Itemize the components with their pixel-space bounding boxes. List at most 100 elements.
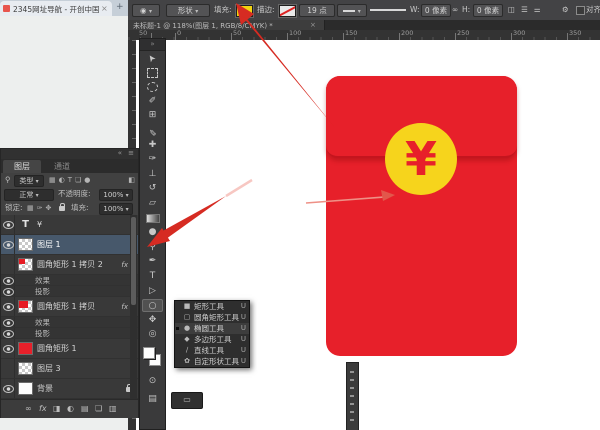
layer-effect-row[interactable]: 效果 xyxy=(1,275,138,286)
eye-icon[interactable] xyxy=(3,385,14,393)
visibility-cell[interactable] xyxy=(1,275,15,285)
type-tool[interactable]: T xyxy=(142,270,163,283)
lock-all-icon[interactable] xyxy=(59,206,65,211)
browser-tab-close-icon[interactable]: × xyxy=(101,4,108,13)
filter-adjustment-icon[interactable]: ◐ xyxy=(59,176,68,184)
stroke-width-select[interactable]: 19 点 xyxy=(299,4,335,17)
layer-row[interactable]: T¥ xyxy=(1,215,138,235)
eyedropper-tool[interactable]: ✎ xyxy=(142,124,163,137)
tab-channels[interactable]: 通道 xyxy=(43,160,81,173)
layer-row[interactable]: 图层 1 xyxy=(1,235,138,255)
fill-input[interactable]: 100% ▾ xyxy=(99,203,133,215)
tool-preset-picker[interactable]: ◉ ▾ xyxy=(132,4,160,17)
marquee-tool[interactable] xyxy=(142,66,163,79)
hand-tool[interactable]: ✥ xyxy=(142,314,163,327)
filter-smart-icon[interactable]: ● xyxy=(84,176,93,184)
eye-icon[interactable] xyxy=(3,288,14,296)
quick-mask-button[interactable]: ⊙ xyxy=(142,375,163,388)
history-brush-tool[interactable]: ↺ xyxy=(142,182,163,195)
gear-icon[interactable]: ⚙ xyxy=(562,0,569,20)
link-dimensions-icon[interactable]: ∞ xyxy=(452,0,458,20)
path-selection-tool[interactable]: ▷ xyxy=(142,285,163,298)
tool-mode-select[interactable]: 形状 ▾ xyxy=(166,4,210,17)
eye-icon[interactable] xyxy=(3,345,14,353)
opacity-input[interactable]: 100% ▾ xyxy=(99,189,133,201)
lock-position-icon[interactable]: ✥ xyxy=(46,204,55,212)
filter-pixel-icon[interactable]: ▦ xyxy=(49,176,59,184)
lock-transparent-icon[interactable]: ▦ xyxy=(27,204,37,212)
zoom-tool[interactable]: ◎ xyxy=(142,328,163,341)
move-tool[interactable]: ➤ xyxy=(142,51,163,64)
flyout-item-圆角矩形工具[interactable]: ▢圆角矩形工具U xyxy=(175,312,249,323)
visibility-cell[interactable] xyxy=(1,379,15,398)
document-close-icon[interactable]: × xyxy=(310,21,316,29)
layer-effect-row[interactable]: 效果 xyxy=(1,317,138,328)
clone-stamp-tool[interactable]: ⊥ xyxy=(142,168,163,181)
stroke-style-select[interactable]: ▾ xyxy=(337,4,367,17)
flyout-item-直线工具[interactable]: ∕直线工具U xyxy=(175,345,249,356)
visibility-cell[interactable] xyxy=(1,317,15,327)
filter-kind-select[interactable]: 类型 ▾ xyxy=(14,175,44,187)
fill-color-swatch[interactable] xyxy=(236,5,253,17)
adjustment-layer-icon[interactable]: ◐ xyxy=(67,400,74,417)
layer-row[interactable]: 圆角矩形 1 xyxy=(1,339,138,359)
width-input[interactable]: 0 像素 xyxy=(421,4,451,17)
blend-mode-select[interactable]: 正常 ▾ xyxy=(4,189,54,201)
visibility-cell[interactable] xyxy=(1,255,15,274)
path-operations-icon[interactable]: ◫ xyxy=(508,5,515,14)
layer-row[interactable]: 圆角矩形 1 拷贝 2fx▾ xyxy=(1,255,138,275)
eye-icon[interactable] xyxy=(3,241,14,249)
foreground-color-swatch[interactable] xyxy=(143,347,155,359)
lasso-tool[interactable] xyxy=(142,80,163,93)
eraser-tool[interactable]: ▱ xyxy=(142,197,163,210)
visibility-cell[interactable] xyxy=(1,359,15,378)
stroke-color-swatch[interactable] xyxy=(279,5,296,17)
layer-style-icon[interactable]: fx xyxy=(39,400,47,417)
layer-effect-row[interactable]: 投影 xyxy=(1,328,138,339)
quick-selection-tool[interactable]: ✐ xyxy=(142,95,163,108)
eye-icon[interactable] xyxy=(3,330,14,338)
link-layers-icon[interactable]: ∞ xyxy=(25,400,32,417)
visibility-cell[interactable] xyxy=(1,215,15,234)
filter-toggle-icon[interactable]: ◧ xyxy=(128,173,135,187)
shape-tool[interactable]: ○ xyxy=(142,299,163,312)
scrollbar-thumb[interactable] xyxy=(131,217,136,305)
filter-type-icon[interactable]: T xyxy=(68,176,75,184)
flyout-item-椭圆工具[interactable]: ●椭圆工具U xyxy=(175,323,249,334)
visibility-cell[interactable] xyxy=(1,328,15,338)
align-edges-checkbox[interactable] xyxy=(576,6,585,15)
layer-row[interactable]: 图层 3 xyxy=(1,359,138,379)
path-alignment-icon[interactable]: ☰ xyxy=(521,5,528,14)
layer-row[interactable]: 背景 xyxy=(1,379,138,399)
fx-badge[interactable]: fx xyxy=(121,297,128,317)
layer-mask-icon[interactable]: ◨ xyxy=(53,400,61,417)
lock-pixels-icon[interactable]: ✑ xyxy=(37,204,46,212)
healing-brush-tool[interactable]: ✚ xyxy=(142,139,163,152)
tools-panel-grip[interactable]: » xyxy=(140,39,165,51)
layer-group-icon[interactable]: ▤ xyxy=(81,400,89,417)
crop-tool[interactable]: ⊞ xyxy=(142,109,163,122)
pen-tool[interactable]: ✒ xyxy=(142,255,163,268)
new-layer-icon[interactable]: ❏ xyxy=(95,400,102,417)
visibility-cell[interactable] xyxy=(1,235,15,254)
gradient-tool[interactable] xyxy=(142,212,163,225)
filter-shape-icon[interactable]: ❏ xyxy=(75,176,84,184)
delete-layer-icon[interactable]: ▥ xyxy=(109,400,117,417)
flyout-item-多边形工具[interactable]: ◆多边形工具U xyxy=(175,334,249,345)
visibility-cell[interactable] xyxy=(1,286,15,296)
browser-new-tab-button[interactable]: + xyxy=(116,2,124,12)
eye-icon[interactable] xyxy=(3,303,14,311)
brush-tool[interactable]: ✑ xyxy=(142,153,163,166)
layer-effect-row[interactable]: 投影 xyxy=(1,286,138,297)
eye-icon[interactable] xyxy=(3,319,14,327)
tab-layers[interactable]: 图层 xyxy=(3,160,41,173)
layers-scrollbar[interactable] xyxy=(130,215,137,399)
collapse-panel-icon[interactable]: « xyxy=(118,149,122,158)
search-icon[interactable]: ⚲ xyxy=(5,173,11,187)
flyout-item-自定形状工具[interactable]: ✿自定形状工具U xyxy=(175,356,249,367)
browser-tab[interactable]: 2345网址导航 - 开创中国百年… × xyxy=(0,1,112,16)
panel-menu-icon[interactable]: ≡ xyxy=(128,149,134,158)
flyout-item-矩形工具[interactable]: ■矩形工具U xyxy=(175,301,249,312)
fx-badge[interactable]: fx xyxy=(121,255,128,275)
visibility-cell[interactable] xyxy=(1,297,15,316)
